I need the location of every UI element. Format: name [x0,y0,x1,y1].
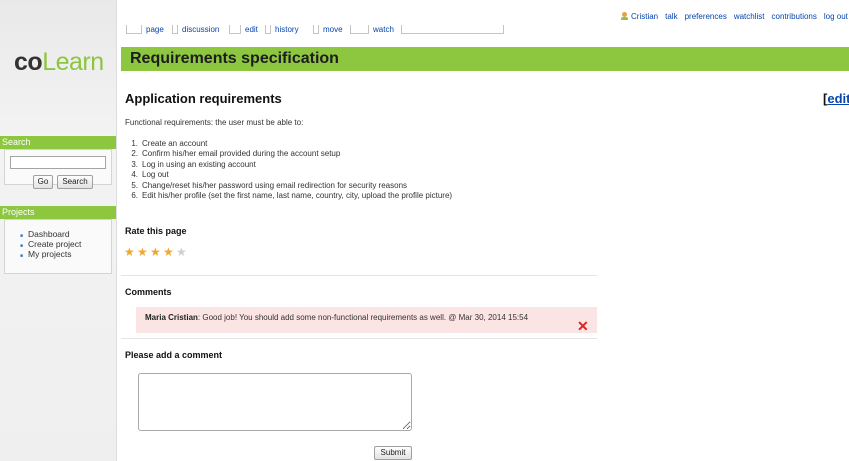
user-link[interactable]: Cristian [631,12,658,21]
comment-input[interactable] [138,373,412,431]
rating-heading: Rate this page [125,226,187,236]
sidebar-item-dashboard[interactable]: Dashboard [20,229,81,241]
comment-author[interactable]: Maria Cristian [145,313,198,322]
tab-separator [401,25,504,34]
list-text: Create an account [142,139,208,148]
preferences-link[interactable]: preferences [685,12,727,21]
edit-link[interactable]: edit [827,91,849,106]
logout-link[interactable]: log out [824,12,848,21]
tab-separator [172,25,178,34]
watchlist-link[interactable]: watchlist [734,12,765,21]
tab-page-link[interactable]: page [146,25,164,34]
tab-separator [229,25,241,34]
list-item: 4. Log out [125,170,452,180]
intro-text: Functional requirements: the user must b… [125,118,304,127]
comment-text: Maria Cristian: Good job! You should add… [145,313,528,322]
requirements-list: 1. Create an account 2. Confirm his/her em… [125,139,452,201]
list-number: 3. [131,159,138,169]
logo-part-learn: Learn [42,48,104,76]
list-text: Edit his/her profile (set the first name… [142,191,453,201]
star-icon[interactable]: ★ [150,246,161,258]
submit-button[interactable]: Submit [374,446,412,460]
projects-heading: Projects [0,206,116,219]
list-number: 6. [131,191,138,201]
tab-history-link[interactable]: history [275,25,299,34]
list-item: 1. Create an account [125,139,452,149]
list-item: 3. Log in using an existing account [125,160,452,170]
add-comment-heading: Please add a comment [125,350,223,360]
tab-watch-link[interactable]: watch [373,25,394,34]
tab-separator [350,25,369,34]
logo[interactable]: coLearn [14,47,104,77]
user-icon [621,12,628,20]
search-input[interactable] [10,156,106,169]
tab-discussion-link[interactable]: discussion [182,25,219,34]
contributions-link[interactable]: contributions [772,12,817,21]
tab-page[interactable]: page [146,25,164,35]
tab-edit-link[interactable]: edit [245,25,258,34]
tab-watch[interactable]: watch [373,25,394,35]
sidebar-item-create-project[interactable]: Create project [20,239,81,251]
star-icon[interactable]: ★ [176,246,187,258]
list-item: 6. Edit his/her profile (set the first na… [125,191,452,201]
comment-item: Maria Cristian: Good job! You should add… [136,307,597,333]
search-heading: Search [0,136,116,149]
tab-history[interactable]: history [275,25,299,35]
tab-separator [126,25,142,34]
list-number: 2. [131,149,138,159]
list-text: Log out [142,170,169,180]
tab-discussion[interactable]: discussion [182,25,219,35]
search-box: Go Search [4,149,112,189]
projects-list: Dashboard Create project My projects [20,229,81,261]
list-number: 4. [131,170,138,180]
divider [121,275,597,276]
divider [121,338,597,339]
tab-separator [265,25,271,34]
comment-body: : Good job! You should add some non-func… [197,313,529,322]
star-icon[interactable]: ★ [124,246,135,258]
tab-move-link[interactable]: move [323,25,343,34]
tab-separator [313,25,319,34]
edit-section-link: [edit [823,91,849,106]
list-item: 2. Confirm his/her email provided during … [125,149,452,159]
list-number: 5. [131,180,138,190]
page-title: Requirements specification [130,50,339,67]
list-text: Change/reset his/her password using emai… [142,180,408,190]
section-heading: Application requirements [125,91,282,106]
list-item: 5. Change/reset his/her password using em… [125,181,452,191]
list-text: Confirm his/her email provided during th… [142,149,341,159]
star-icon[interactable]: ★ [137,246,148,258]
sidebar: coLearn Search Go Search Projects Dashbo… [0,0,117,461]
go-button[interactable]: Go [33,175,53,189]
talk-link[interactable]: talk [665,12,677,21]
comments-heading: Comments [125,287,172,297]
sidebar-item-my-projects[interactable]: My projects [20,249,81,261]
user-tools: Cristian talk preferences watchlist contribu… [621,12,849,21]
star-icon[interactable]: ★ [163,246,174,258]
tab-move[interactable]: move [323,25,343,35]
tab-edit[interactable]: edit [245,25,258,35]
logo-part-co: co [14,48,43,76]
list-number: 1. [131,139,138,148]
delete-icon[interactable]: ✕ [577,319,589,333]
title-bar: Requirements specification [121,47,849,71]
search-button[interactable]: Search [57,175,93,189]
list-text: Log in using an existing account [142,159,256,169]
